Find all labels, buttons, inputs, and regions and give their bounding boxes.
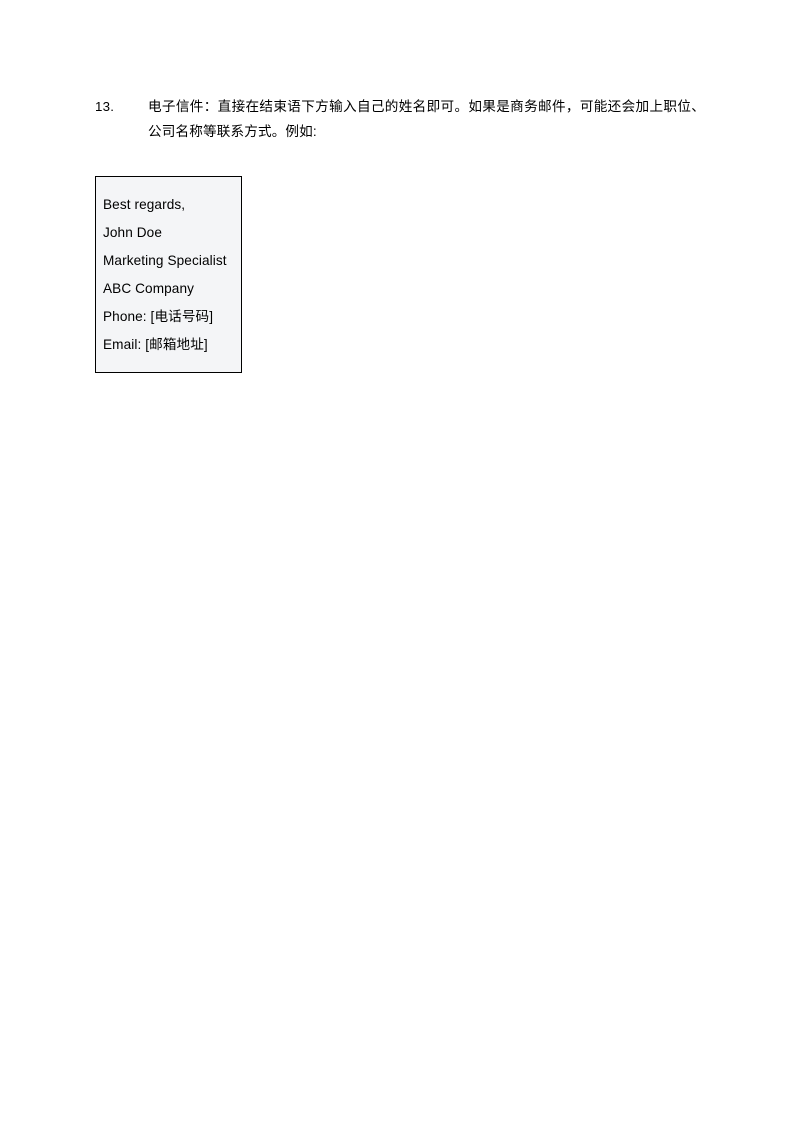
list-row: 13. 电子信件：直接在结束语下方输入自己的姓名即可。如果是商务邮件，可能还会加… [95, 94, 705, 144]
list-item: 13. 电子信件：直接在结束语下方输入自己的姓名即可。如果是商务邮件，可能还会加… [95, 94, 705, 144]
document-page: 13. 电子信件：直接在结束语下方输入自己的姓名即可。如果是商务邮件，可能还会加… [0, 0, 794, 1123]
signature-line-phone: Phone: [电话号码] [103, 309, 214, 324]
signature-line-closing: Best regards, [103, 197, 186, 212]
list-item-body: 电子信件：直接在结束语下方输入自己的姓名即可。如果是商务邮件，可能还会加上职位、… [148, 94, 705, 144]
signature-line-company: ABC Company [103, 281, 195, 296]
signature-example-box: Best regards, John Doe Marketing Special… [95, 176, 242, 373]
signature-line-job-title: Marketing Specialist [103, 253, 227, 268]
signature-line-name: John Doe [103, 225, 162, 240]
signature-line-email: Email: [邮箱地址] [103, 337, 208, 352]
list-item-paragraph: 电子信件：直接在结束语下方输入自己的姓名即可。如果是商务邮件，可能还会加上职位、… [148, 99, 705, 139]
list-item-number: 13. [95, 99, 115, 114]
